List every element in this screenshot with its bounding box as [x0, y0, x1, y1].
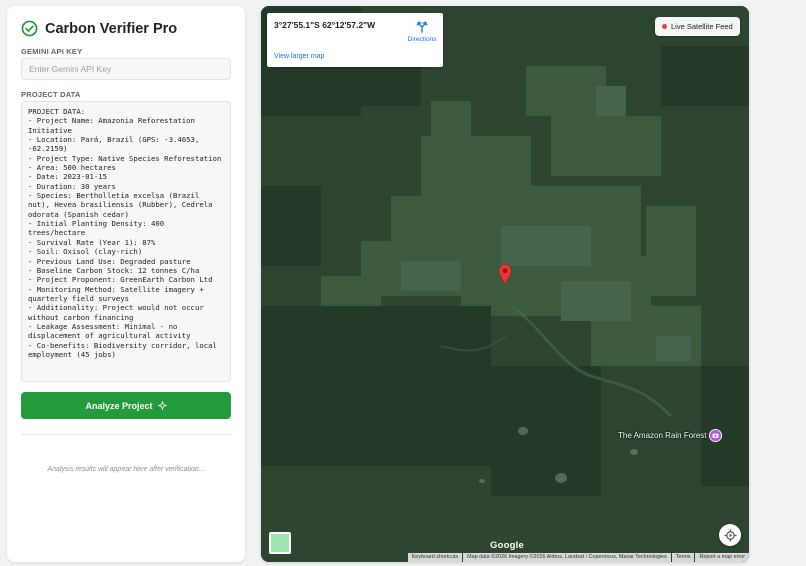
api-key-input[interactable] — [21, 58, 231, 80]
project-data-label: PROJECT DATA — [21, 90, 81, 99]
api-key-label: GEMINI API KEY — [21, 47, 83, 56]
divider — [21, 434, 231, 435]
place-info-card: 3°27'55.1"S 62°12'57.2"W Directions View… — [267, 13, 443, 67]
check-circle-icon — [21, 20, 38, 37]
directions-button[interactable]: Directions — [402, 21, 442, 43]
report-error-link[interactable]: Report a map error — [695, 553, 749, 562]
analyze-project-button[interactable]: Analyze Project — [21, 392, 231, 419]
directions-icon — [416, 21, 428, 33]
satellite-imagery — [261, 6, 749, 562]
view-larger-map-link[interactable]: View larger map — [274, 53, 324, 60]
keyboard-shortcuts-link[interactable]: Keyboard shortcuts — [407, 553, 463, 562]
results-placeholder: Analysis results will appear here after … — [47, 466, 205, 473]
map-attribution: Keyboard shortcuts Map data ©2026 Imager… — [407, 553, 749, 562]
map-data-credit: Map data ©2026 Imagery ©2026 Airbus, Lan… — [463, 553, 671, 562]
app-title: Carbon Verifier Pro — [45, 20, 178, 37]
camera-pin-icon[interactable] — [709, 429, 722, 442]
location-marker-icon[interactable] — [498, 264, 512, 284]
project-panel: Carbon Verifier Pro GEMINI API KEY PROJE… — [7, 6, 245, 562]
directions-label: Directions — [407, 36, 437, 43]
google-logo: Google — [490, 540, 524, 551]
app-header: Carbon Verifier Pro — [21, 20, 177, 37]
map-type-toggle[interactable] — [269, 532, 291, 554]
sparkle-icon — [157, 401, 167, 410]
project-data-textarea[interactable] — [21, 101, 231, 382]
coordinates-text: 3°27'55.1"S 62°12'57.2"W — [274, 20, 376, 30]
crosshair-icon — [723, 528, 737, 542]
live-indicator-dot — [662, 24, 667, 29]
analyze-button-label: Analyze Project — [85, 400, 153, 411]
place-label[interactable]: The Amazon Rain Forest — [618, 431, 706, 440]
my-location-button[interactable] — [719, 524, 741, 546]
satellite-map[interactable]: 3°27'55.1"S 62°12'57.2"W Directions View… — [261, 6, 749, 562]
live-feed-badge: Live Satellite Feed — [655, 17, 740, 36]
live-feed-label: Live Satellite Feed — [671, 22, 733, 31]
terms-link[interactable]: Terms — [671, 553, 695, 562]
